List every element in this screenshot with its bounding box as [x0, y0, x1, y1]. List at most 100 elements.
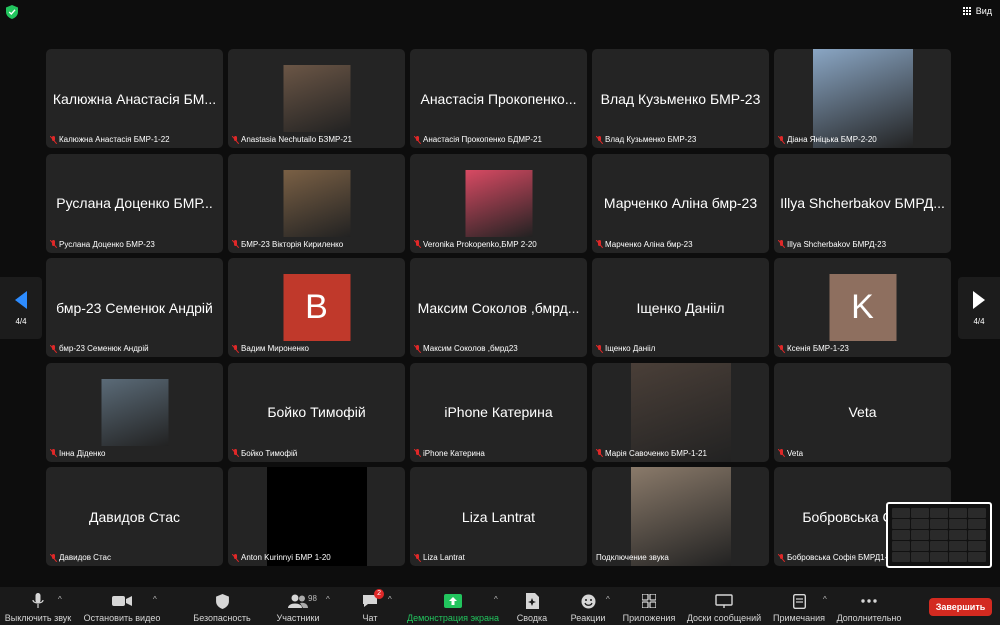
next-page-button[interactable]: 4/4: [958, 277, 1000, 339]
participant-name-text: Бобровська Софія БМРД1-...: [787, 553, 894, 562]
participant-tile[interactable]: Давидов Стас Давидов Стас: [46, 467, 223, 566]
participant-name-label: Ксенія БМР-1-23: [778, 344, 849, 353]
participant-tile[interactable]: Іщенко Данііл Іщенко Данііл: [592, 258, 769, 357]
participants-button[interactable]: 98 Участники: [270, 587, 326, 625]
participant-tile[interactable]: Подключение звука: [592, 467, 769, 566]
participant-name-label: Вадим Мироненко: [232, 344, 309, 353]
thumbnail-cell: [968, 519, 986, 529]
participant-tile[interactable]: Марія Савоченко БМР-1-21: [592, 362, 769, 462]
stop-video-button[interactable]: Остановить видео: [84, 587, 160, 625]
thumbnail-cell: [949, 519, 967, 529]
participant-tile[interactable]: Максим Соколов ,бмрд... Максим Соколов ,б…: [410, 258, 587, 357]
participant-video: [101, 378, 168, 446]
participant-tile[interactable]: Марченко Аліна бмр-23 Марченко Аліна бмр-…: [592, 153, 769, 253]
participant-avatar: В: [283, 274, 350, 341]
participant-tile[interactable]: Anastasia Nechutailo БЗМР-21: [228, 49, 405, 148]
participant-name-text: Інна Діденко: [59, 448, 106, 458]
reactions-label: Реакции: [570, 613, 606, 623]
participant-name-text: Марія Савоченко БМР-1-21: [605, 448, 707, 458]
participant-tile[interactable]: В Вадим Мироненко: [228, 258, 405, 357]
participant-display-name: Руслана Доценко БМР...: [56, 195, 213, 211]
zoom-meeting-window: Вид 4/4 4/4 Калюжна Анастасія БМ... Калюж…: [0, 0, 1000, 625]
shield-check-icon[interactable]: [6, 5, 18, 19]
page-indicator-left: 4/4: [15, 316, 27, 326]
mic-muted-icon: [232, 240, 238, 248]
participant-tile[interactable]: бмр-23 Семенюк Андрій бмр-23 Семенюк Андр…: [46, 258, 223, 357]
thumbnail-cell: [911, 530, 929, 540]
reactions-options-caret[interactable]: ^: [606, 595, 610, 604]
participant-display-name: Illya Shcherbakov БМРД...: [780, 195, 945, 211]
reactions-button[interactable]: Реакции: [566, 587, 610, 625]
participant-tile[interactable]: Руслана Доценко БМР... Руслана Доценко БМ…: [46, 153, 223, 253]
arrow-right-icon: [973, 290, 985, 309]
share-options-caret[interactable]: ^: [494, 595, 498, 604]
participant-tile[interactable]: Влад Кузьменко БМР-23 Влад Кузьменко БМР-…: [592, 49, 769, 148]
participant-display-name: Іщенко Данііл: [636, 299, 725, 316]
thumbnail-cell: [892, 530, 910, 540]
mic-muted-icon: [596, 449, 602, 457]
thumbnail-cell: [911, 541, 929, 551]
participant-tile[interactable]: Діана Яніцька БМР-2-20: [774, 49, 951, 148]
participant-name-text: Анастасія Прокопенко БДМР-21: [423, 135, 542, 144]
participant-name-label: Veronika Prokopenko,БМР 2-20: [414, 240, 537, 249]
mic-muted-icon: [778, 553, 784, 562]
participant-display-name: Давидов Стас: [89, 508, 180, 525]
participant-name-text: Влад Кузьменко БМР-23: [605, 135, 697, 144]
mute-options-caret[interactable]: ^: [58, 595, 62, 604]
thumbnail-cell: [930, 552, 948, 562]
participant-name-label: iPhone Катерина: [414, 449, 485, 458]
participant-name-text: Марченко Аліна бмр-23: [605, 239, 693, 249]
thumbnail-cell: [949, 508, 967, 518]
participant-tile[interactable]: Бойко Тимофій Бойко Тимофій: [228, 362, 405, 462]
security-button[interactable]: Безопасность: [190, 587, 254, 625]
chat-options-caret[interactable]: ^: [388, 595, 392, 604]
participant-name-text: Подключение звука: [596, 553, 669, 562]
participant-name-text: Anton Kurinnyi БМР 1-20: [241, 553, 331, 562]
participant-tile[interactable]: Anton Kurinnyi БМР 1-20: [228, 467, 405, 566]
thumbnail-cell: [892, 508, 910, 518]
participant-name-text: Veta: [787, 448, 804, 458]
participant-tile[interactable]: Liza Lantrat Liza Lantrat: [410, 467, 587, 566]
participant-name-label: Veta: [778, 449, 803, 458]
mic-muted-icon: [50, 135, 56, 144]
mute-button[interactable]: Выключить звук: [4, 587, 72, 625]
mute-label: Выключить звук: [4, 613, 72, 623]
participant-name-label: Подключение звука: [596, 553, 669, 562]
participant-tile[interactable]: Veronika Prokopenko,БМР 2-20: [410, 153, 587, 253]
participant-tile[interactable]: Інна Діденко: [46, 362, 223, 462]
participant-tile[interactable]: K Ксенія БМР-1-23: [774, 258, 951, 357]
participant-tile[interactable]: БМР-23 Вікторія Кириленко: [228, 153, 405, 253]
participant-tile[interactable]: Illya Shcherbakov БМРД... Illya Shcherbak…: [774, 153, 951, 253]
mic-muted-icon: [414, 240, 420, 248]
summary-button[interactable]: Сводка: [512, 587, 552, 625]
participant-name-text: бмр-23 Семенюк Андрій: [59, 344, 149, 353]
mic-muted-icon: [50, 553, 56, 562]
participant-tile[interactable]: Veta Veta: [774, 362, 951, 462]
mic-muted-icon: [414, 344, 420, 353]
prev-page-button[interactable]: 4/4: [0, 277, 42, 339]
summary-label: Сводка: [516, 613, 548, 623]
share-screen-button[interactable]: Демонстрация экрана: [405, 587, 501, 625]
participant-tile[interactable]: iPhone Катерина iPhone Катерина: [410, 362, 587, 462]
participant-name-text: Anastasia Nechutailo БЗМР-21: [241, 135, 352, 144]
self-view-thumbnail[interactable]: [886, 502, 992, 568]
participants-label: Участники: [276, 613, 320, 623]
chat-button[interactable]: 2 Чат: [350, 587, 390, 625]
whiteboards-button[interactable]: Доски сообщений: [684, 587, 764, 625]
notes-options-caret[interactable]: ^: [823, 595, 827, 604]
participant-name-label: Діана Яніцька БМР-2-20: [778, 135, 877, 144]
mic-muted-icon: [596, 344, 602, 353]
chat-label: Чат: [362, 613, 378, 623]
notes-button[interactable]: Примечания: [770, 587, 828, 625]
participant-name-text: Діана Яніцька БМР-2-20: [787, 135, 877, 144]
participant-display-name: Марченко Аліна бмр-23: [603, 195, 758, 211]
participants-options-caret[interactable]: ^: [326, 595, 330, 604]
apps-button[interactable]: Приложения: [620, 587, 678, 625]
more-button[interactable]: Дополнительно: [834, 587, 904, 625]
view-button[interactable]: Вид: [962, 6, 992, 16]
participant-tile[interactable]: Анастасія Прокопенко... Анастасія Прокопе…: [410, 49, 587, 148]
end-meeting-button[interactable]: Завершить: [929, 598, 992, 616]
participant-video: [283, 169, 350, 237]
video-options-caret[interactable]: ^: [153, 595, 157, 604]
participant-tile[interactable]: Калюжна Анастасія БМ... Калюжна Анастасія…: [46, 49, 223, 148]
